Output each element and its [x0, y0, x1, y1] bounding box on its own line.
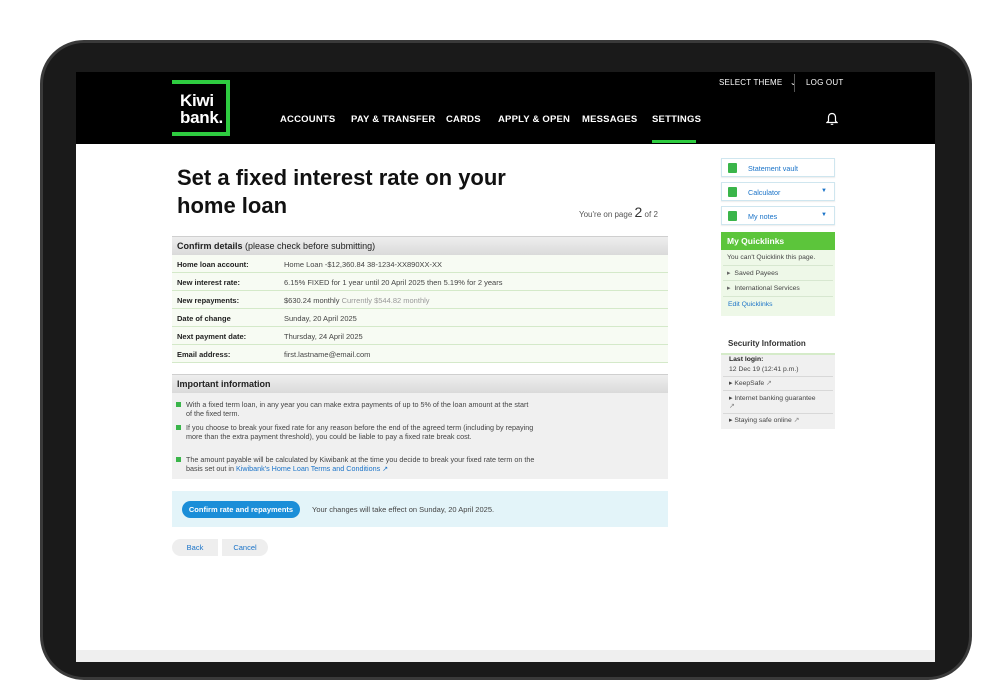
page-suffix: of 2: [644, 210, 658, 219]
back-button[interactable]: Back: [172, 539, 218, 556]
logo-line2: bank.: [180, 108, 223, 127]
divider: [723, 390, 833, 391]
logout-link[interactable]: LOG OUT: [806, 78, 843, 87]
statement-vault-label: Statement vault: [748, 164, 798, 173]
detail-value: Thursday, 24 April 2025: [284, 332, 363, 341]
detail-row: Email address: first.lastname@email.com: [172, 345, 668, 363]
detail-label: Email address:: [177, 350, 231, 359]
bullet-icon: ▸: [727, 270, 731, 277]
important-info-title: Important information: [177, 379, 271, 389]
guarantee-link[interactable]: ▸ Internet banking guarantee ↗: [729, 395, 829, 411]
divider: [723, 296, 833, 297]
detail-value: Sunday, 20 April 2025: [284, 314, 357, 323]
detail-label: New repayments:: [177, 296, 240, 305]
detail-row: Date of change Sunday, 20 April 2025: [172, 309, 668, 327]
effect-date-text: Your changes will take effect on Sunday,…: [312, 505, 495, 514]
page-current: 2: [634, 204, 643, 220]
quicklink-item[interactable]: ▸ Saved Payees: [727, 269, 778, 277]
info-bullet-text: With a fixed term loan, in any year you …: [186, 400, 529, 418]
quicklink-label: International Services: [734, 285, 800, 292]
confirm-details-header: Confirm details (please check before sub…: [172, 236, 668, 255]
confirm-details-subtitle: (please check before submitting): [245, 241, 376, 251]
quicklink-label: Saved Payees: [734, 270, 779, 277]
bullet-square-icon: [176, 402, 181, 407]
nav-cards[interactable]: CARDS: [446, 114, 481, 125]
detail-value: $630.24 monthly Currently $544.82 monthl…: [284, 296, 430, 305]
divider: [723, 280, 833, 281]
top-header: Kiwi bank. SELECT THEME ⌄ LOG OUT ACCOUN…: [76, 72, 935, 144]
guarantee-label: Internet banking guarantee: [734, 395, 816, 402]
bullet-icon: ▸: [727, 285, 731, 292]
info-bullet-text: The amount payable will be calculated by…: [186, 455, 536, 473]
bell-icon[interactable]: [826, 112, 838, 126]
detail-label: Date of change: [177, 314, 231, 323]
select-theme-label: SELECT THEME: [719, 78, 783, 87]
detail-label: Next payment date:: [177, 332, 247, 341]
notes-icon: [728, 211, 737, 221]
nav-settings[interactable]: SETTINGS: [652, 114, 701, 125]
external-link-icon: ↗: [729, 403, 735, 410]
statement-vault-link[interactable]: Statement vault: [721, 158, 835, 177]
logo-line1: Kiwi: [180, 91, 214, 110]
divider: [723, 376, 833, 377]
terms-conditions-link[interactable]: Kiwibank's Home Loan Terms and Condition…: [236, 464, 380, 473]
page-title: Set a fixed interest rate on your home l…: [177, 165, 506, 218]
calculator-label: Calculator: [748, 188, 781, 197]
quicklink-item[interactable]: ▸ International Services: [727, 284, 800, 292]
quicklinks-header: My Quicklinks: [721, 232, 835, 250]
nav-pay-transfer[interactable]: PAY & TRANSFER: [351, 114, 435, 125]
info-bullet-text: If you choose to break your fixed rate f…: [186, 423, 534, 441]
new-repayment-value: $630.24 monthly: [284, 296, 340, 305]
detail-row: New interest rate: 6.15% FIXED for 1 yea…: [172, 273, 668, 291]
select-theme-button[interactable]: SELECT THEME ⌄: [719, 78, 797, 87]
calculator-link[interactable]: Calculator ▼: [721, 182, 835, 201]
util-divider: [794, 74, 795, 92]
document-icon: [728, 163, 737, 173]
detail-row: Next payment date: Thursday, 24 April 20…: [172, 327, 668, 345]
calculator-icon: [728, 187, 737, 197]
bullet-square-icon: [176, 425, 181, 430]
nav-active-indicator: [652, 140, 696, 143]
logo-text: Kiwi bank.: [180, 92, 223, 126]
detail-row: New repayments: $630.24 monthly Currentl…: [172, 291, 668, 309]
footer-band: [76, 650, 935, 662]
staying-safe-label: Staying safe online: [734, 417, 792, 424]
detail-label: Home loan account:: [177, 260, 249, 269]
external-link-icon: ↗: [382, 463, 389, 473]
my-notes-label: My notes: [748, 212, 778, 221]
page-indicator: You're on page 2 of 2: [579, 204, 658, 220]
last-login-value: 12 Dec 19 (12:41 p.m.): [729, 366, 799, 373]
confirm-rate-button[interactable]: Confirm rate and repayments: [182, 501, 300, 518]
last-login-label: Last login:: [729, 356, 764, 363]
keepsafe-link[interactable]: ▸ KeepSafe ↗: [729, 380, 772, 388]
nav-messages[interactable]: MESSAGES: [582, 114, 637, 125]
expand-arrow-icon[interactable]: ▼: [821, 188, 827, 194]
confirm-details-title: Confirm details: [177, 241, 243, 251]
detail-value: Home Loan -$12,360.84 38-1234-XX890XX-XX: [284, 260, 443, 269]
current-repayment-value: Currently $544.82 monthly: [341, 296, 430, 305]
detail-value: first.lastname@email.com: [284, 350, 371, 359]
staying-safe-link[interactable]: ▸ Staying safe online ↗: [729, 417, 799, 425]
important-info-header: Important information: [172, 374, 668, 393]
quicklink-note: You can't Quicklink this page.: [727, 254, 816, 261]
edit-quicklinks-link[interactable]: Edit Quicklinks: [728, 301, 773, 308]
nav-accounts[interactable]: ACCOUNTS: [280, 114, 335, 125]
security-info-title: Security Information: [728, 339, 806, 348]
browser-screen: Kiwi bank. SELECT THEME ⌄ LOG OUT ACCOUN…: [76, 72, 935, 662]
expand-arrow-icon[interactable]: ▼: [821, 212, 827, 218]
bullet-square-icon: [176, 457, 181, 462]
nav-apply-open[interactable]: APPLY & OPEN: [498, 114, 570, 125]
detail-row: Home loan account: Home Loan -$12,360.84…: [172, 255, 668, 273]
keepsafe-label: KeepSafe: [734, 380, 765, 387]
external-link-icon: ↗: [764, 380, 772, 387]
divider: [723, 413, 833, 414]
external-link-icon: ↗: [791, 417, 800, 424]
divider: [723, 265, 833, 266]
cancel-button[interactable]: Cancel: [222, 539, 268, 556]
page-prefix: You're on page: [579, 210, 633, 219]
detail-label: New interest rate:: [177, 278, 240, 287]
my-notes-link[interactable]: My notes ▼: [721, 206, 835, 225]
detail-value: 6.15% FIXED for 1 year until 20 April 20…: [284, 278, 503, 287]
